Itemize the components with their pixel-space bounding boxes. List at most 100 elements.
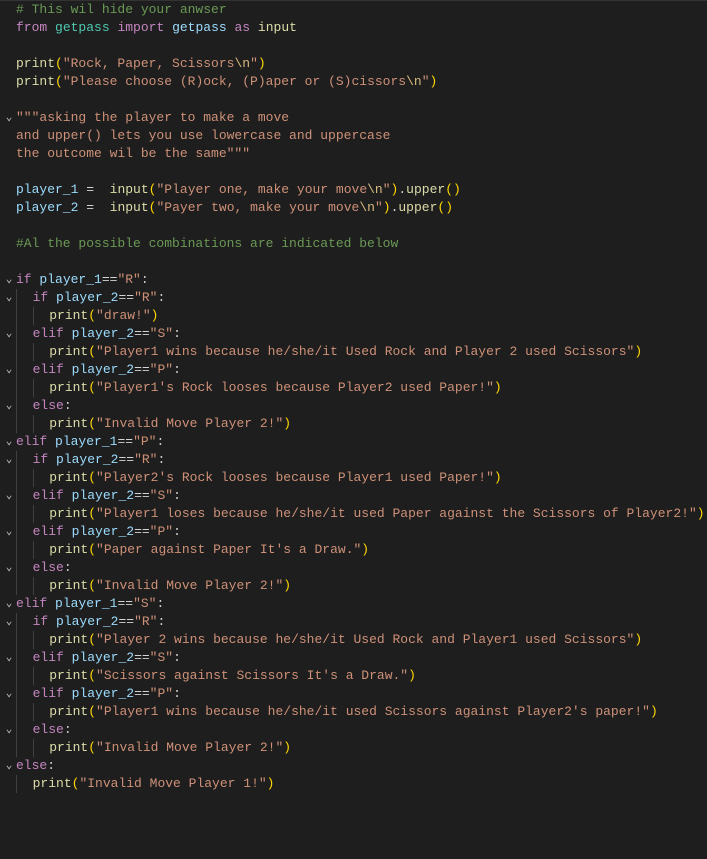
code-line[interactable]: ⌄ elif player_2=="P": bbox=[0, 685, 707, 703]
fold-chevron-icon[interactable]: ⌄ bbox=[2, 487, 16, 505]
code-content: print("Player 2 wins because he/she/it U… bbox=[16, 631, 642, 649]
code-content: if player_1=="R": bbox=[16, 271, 149, 289]
code-content: elif player_2=="P": bbox=[16, 523, 181, 541]
code-line[interactable]: the outcome wil be the same""" bbox=[0, 145, 707, 163]
code-content: else: bbox=[16, 559, 72, 577]
code-line[interactable]: ⌄ elif player_2=="S": bbox=[0, 325, 707, 343]
code-line[interactable]: from getpass import getpass as input bbox=[0, 19, 707, 37]
code-line[interactable]: print("Invalid Move Player 1!") bbox=[0, 775, 707, 793]
code-content: print("Player2's Rock looses because Pla… bbox=[16, 469, 502, 487]
code-line[interactable]: print("Invalid Move Player 2!") bbox=[0, 415, 707, 433]
code-content: print("Rock, Paper, Scissors\n") bbox=[16, 55, 266, 73]
code-line[interactable]: player_1 = input("Player one, make your … bbox=[0, 181, 707, 199]
code-content: else: bbox=[16, 721, 72, 739]
code-line[interactable]: ⌄ elif player_2=="S": bbox=[0, 487, 707, 505]
code-line[interactable]: ⌄ else: bbox=[0, 721, 707, 739]
code-content: print("Player1 loses because he/she/it u… bbox=[16, 505, 705, 523]
fold-chevron-icon[interactable]: ⌄ bbox=[2, 289, 16, 307]
code-content: print("Invalid Move Player 2!") bbox=[16, 739, 291, 757]
code-line[interactable]: ⌄elif player_1=="P": bbox=[0, 433, 707, 451]
code-line[interactable]: player_2 = input("Payer two, make your m… bbox=[0, 199, 707, 217]
code-line[interactable] bbox=[0, 253, 707, 271]
code-line[interactable]: print("Player1's Rock looses because Pla… bbox=[0, 379, 707, 397]
code-line[interactable]: ⌄ else: bbox=[0, 397, 707, 415]
code-content: print("draw!") bbox=[16, 307, 158, 325]
code-line[interactable] bbox=[0, 91, 707, 109]
fold-chevron-icon[interactable]: ⌄ bbox=[2, 397, 16, 415]
code-content: # This wil hide your anwser bbox=[16, 1, 227, 19]
code-line[interactable]: print("Player 2 wins because he/she/it U… bbox=[0, 631, 707, 649]
code-line[interactable]: print("Player1 wins because he/she/it us… bbox=[0, 703, 707, 721]
code-content: print("Player1 wins because he/she/it us… bbox=[16, 703, 658, 721]
fold-chevron-icon[interactable]: ⌄ bbox=[2, 523, 16, 541]
code-content: elif player_2=="S": bbox=[16, 487, 181, 505]
code-content: #Al the possible combinations are indica… bbox=[16, 235, 398, 253]
fold-chevron-icon[interactable]: ⌄ bbox=[2, 271, 16, 289]
code-line[interactable]: print("Invalid Move Player 2!") bbox=[0, 739, 707, 757]
code-line[interactable]: ⌄if player_1=="R": bbox=[0, 271, 707, 289]
code-line[interactable] bbox=[0, 217, 707, 235]
code-line[interactable]: print("Rock, Paper, Scissors\n") bbox=[0, 55, 707, 73]
fold-chevron-icon[interactable]: ⌄ bbox=[2, 649, 16, 667]
code-content: print("Invalid Move Player 2!") bbox=[16, 415, 291, 433]
code-line[interactable] bbox=[0, 37, 707, 55]
code-line[interactable]: ⌄else: bbox=[0, 757, 707, 775]
fold-chevron-icon[interactable]: ⌄ bbox=[2, 433, 16, 451]
code-line[interactable]: ⌄ if player_2=="R": bbox=[0, 289, 707, 307]
code-line[interactable]: print("Please choose (R)ock, (P)aper or … bbox=[0, 73, 707, 91]
code-content: player_2 = input("Payer two, make your m… bbox=[16, 199, 453, 217]
code-line[interactable]: print("Player2's Rock looses because Pla… bbox=[0, 469, 707, 487]
code-content: else: bbox=[16, 757, 55, 775]
code-content: elif player_2=="P": bbox=[16, 361, 181, 379]
code-line[interactable]: print("Invalid Move Player 2!") bbox=[0, 577, 707, 595]
code-content: the outcome wil be the same""" bbox=[16, 145, 250, 163]
code-content: print("Invalid Move Player 1!") bbox=[16, 775, 274, 793]
code-line[interactable]: and upper() lets you use lowercase and u… bbox=[0, 127, 707, 145]
code-content: from getpass import getpass as input bbox=[16, 19, 297, 37]
fold-chevron-icon[interactable]: ⌄ bbox=[2, 109, 16, 127]
code-line[interactable]: ⌄ if player_2=="R": bbox=[0, 451, 707, 469]
code-line[interactable]: # This wil hide your anwser bbox=[0, 1, 707, 19]
fold-chevron-icon[interactable]: ⌄ bbox=[2, 757, 16, 775]
code-line[interactable]: ⌄elif player_1=="S": bbox=[0, 595, 707, 613]
code-content: print("Invalid Move Player 2!") bbox=[16, 577, 291, 595]
code-line[interactable]: print("Player1 wins because he/she/it Us… bbox=[0, 343, 707, 361]
fold-chevron-icon[interactable]: ⌄ bbox=[2, 361, 16, 379]
code-line[interactable] bbox=[0, 163, 707, 181]
code-content: if player_2=="R": bbox=[16, 451, 165, 469]
code-content: print("Player1 wins because he/she/it Us… bbox=[16, 343, 642, 361]
code-content: print("Paper against Paper It's a Draw."… bbox=[16, 541, 369, 559]
code-line[interactable]: ⌄ if player_2=="R": bbox=[0, 613, 707, 631]
code-line[interactable]: print("Paper against Paper It's a Draw."… bbox=[0, 541, 707, 559]
code-editor[interactable]: # This wil hide your anwserfrom getpass … bbox=[0, 0, 707, 793]
code-line[interactable]: ⌄ elif player_2=="P": bbox=[0, 523, 707, 541]
code-content: print("Please choose (R)ock, (P)aper or … bbox=[16, 73, 437, 91]
code-content: elif player_2=="S": bbox=[16, 325, 181, 343]
code-line[interactable]: ⌄ elif player_2=="P": bbox=[0, 361, 707, 379]
code-line[interactable]: print("Player1 loses because he/she/it u… bbox=[0, 505, 707, 523]
code-content: if player_2=="R": bbox=[16, 613, 165, 631]
fold-chevron-icon[interactable]: ⌄ bbox=[2, 613, 16, 631]
code-line[interactable]: ⌄"""asking the player to make a move bbox=[0, 109, 707, 127]
code-content: if player_2=="R": bbox=[16, 289, 165, 307]
fold-chevron-icon[interactable]: ⌄ bbox=[2, 721, 16, 739]
code-content: elif player_2=="P": bbox=[16, 685, 181, 703]
code-line[interactable]: ⌄ else: bbox=[0, 559, 707, 577]
code-line[interactable]: print("Scissors against Scissors It's a … bbox=[0, 667, 707, 685]
code-content: elif player_1=="S": bbox=[16, 595, 164, 613]
code-line[interactable]: #Al the possible combinations are indica… bbox=[0, 235, 707, 253]
code-content: print("Player1's Rock looses because Pla… bbox=[16, 379, 502, 397]
code-content: else: bbox=[16, 397, 72, 415]
code-content: elif player_2=="S": bbox=[16, 649, 181, 667]
fold-chevron-icon[interactable]: ⌄ bbox=[2, 559, 16, 577]
fold-chevron-icon[interactable]: ⌄ bbox=[2, 685, 16, 703]
code-content: player_1 = input("Player one, make your … bbox=[16, 181, 461, 199]
code-content: and upper() lets you use lowercase and u… bbox=[16, 127, 390, 145]
fold-chevron-icon[interactable]: ⌄ bbox=[2, 325, 16, 343]
code-line[interactable]: ⌄ elif player_2=="S": bbox=[0, 649, 707, 667]
code-content: """asking the player to make a move bbox=[16, 109, 289, 127]
code-content: print("Scissors against Scissors It's a … bbox=[16, 667, 416, 685]
fold-chevron-icon[interactable]: ⌄ bbox=[2, 595, 16, 613]
code-line[interactable]: print("draw!") bbox=[0, 307, 707, 325]
fold-chevron-icon[interactable]: ⌄ bbox=[2, 451, 16, 469]
